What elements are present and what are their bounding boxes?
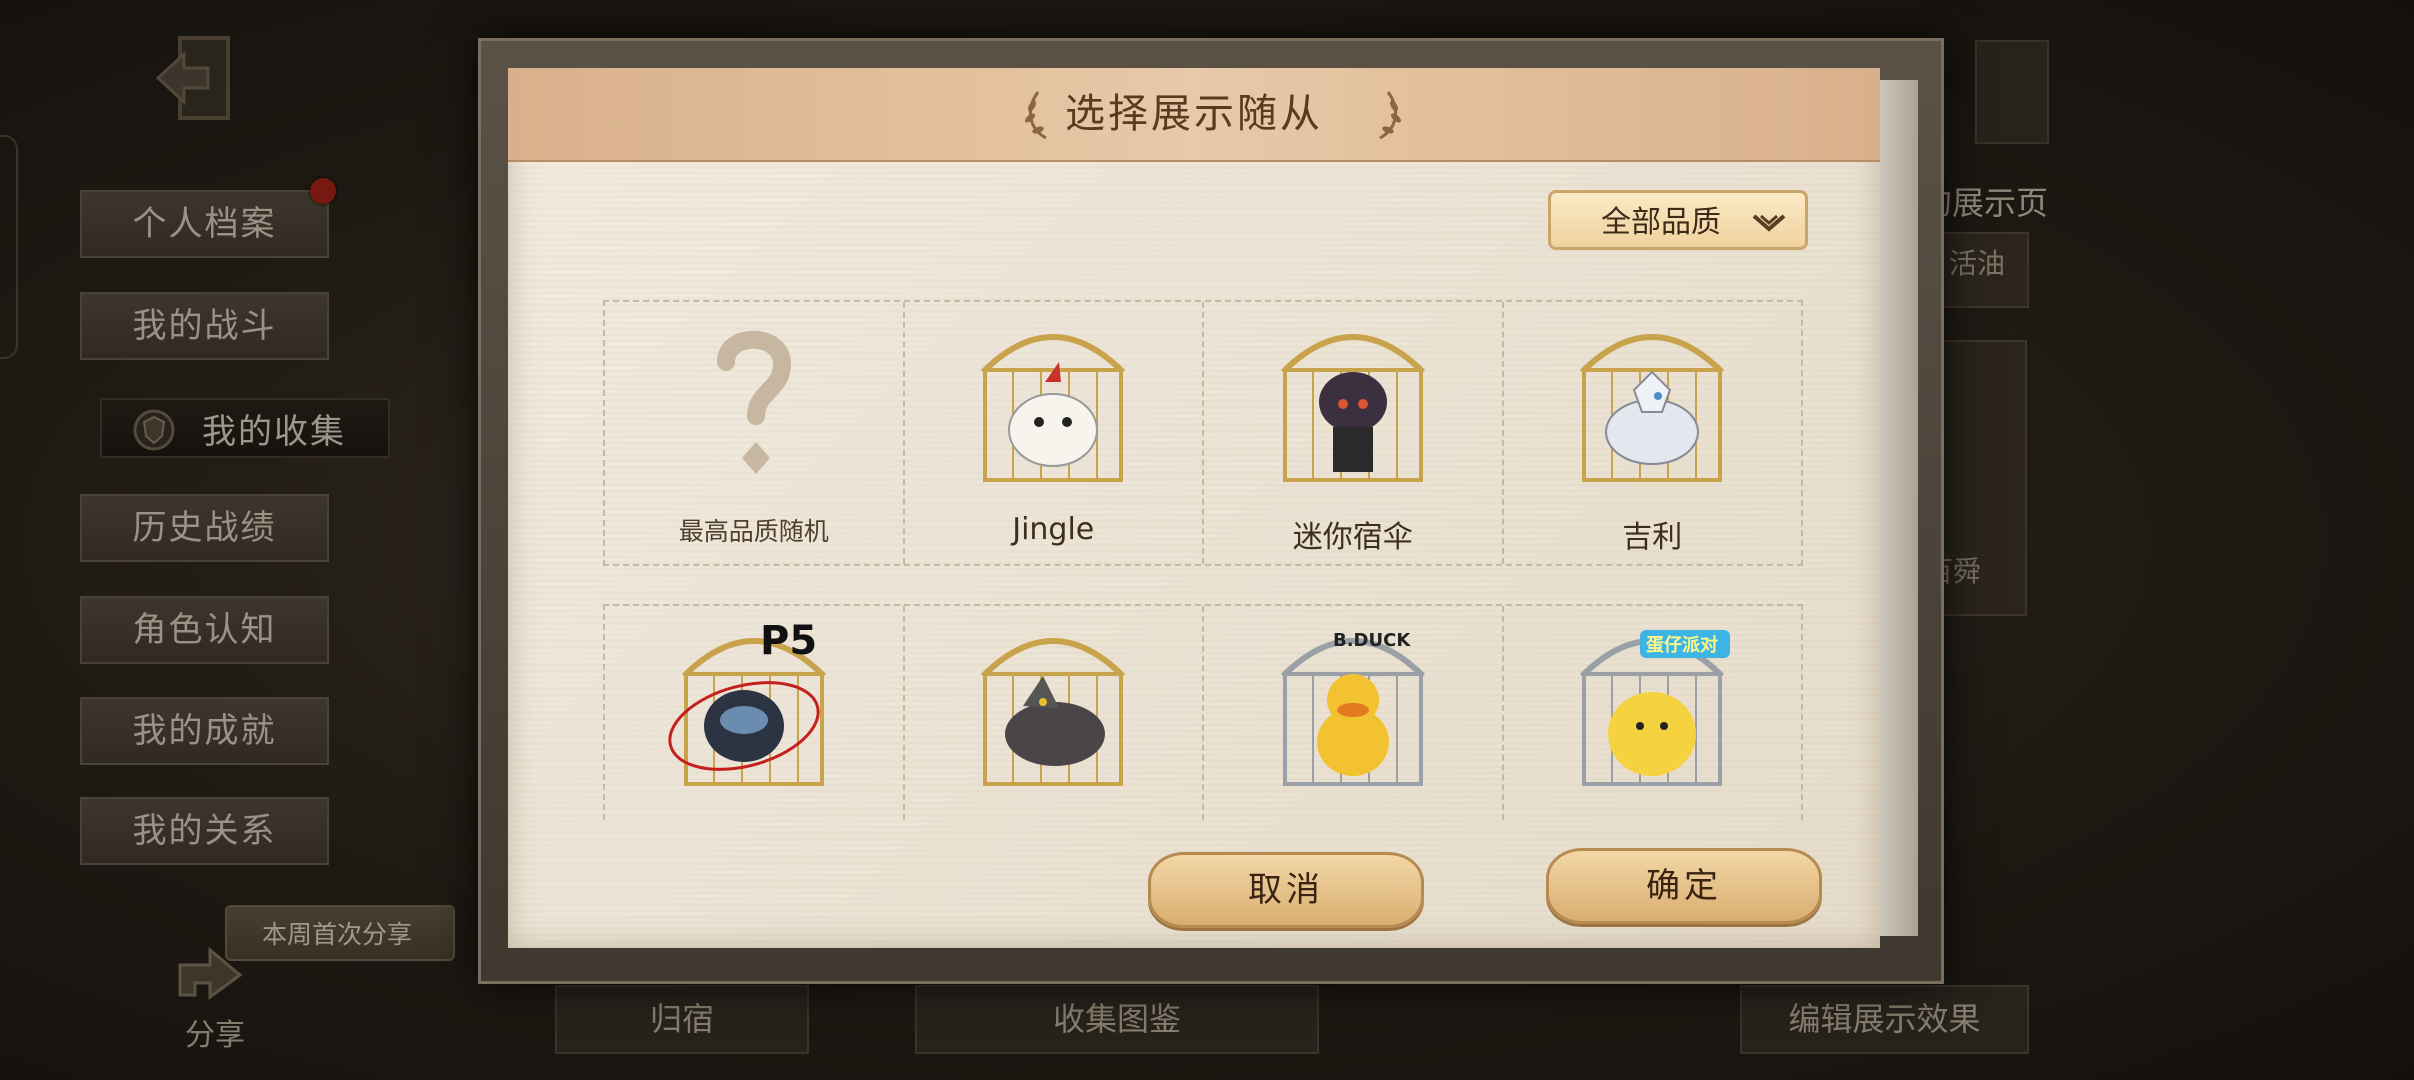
exit-icon[interactable] [150, 30, 250, 130]
menu-profile[interactable]: 个人档案 [80, 190, 329, 258]
pet-cell-morgana[interactable]: P5 [605, 606, 905, 820]
pet-cell-eggy[interactable]: 蛋仔派对 [1504, 606, 1802, 820]
pet-cell-grey-wolf[interactable] [905, 606, 1204, 820]
bg-button-codex: 收集图鉴 [915, 985, 1319, 1054]
svg-text:B.DUCK: B.DUCK [1333, 630, 1411, 651]
pet-cell-random[interactable]: 最高品质随机 [605, 302, 905, 564]
question-mark-icon [716, 330, 791, 474]
menu-history[interactable]: 历史战绩 [80, 494, 329, 562]
svg-text:蛋仔派对: 蛋仔派对 [1646, 634, 1718, 656]
grey-wolf-pet-icon [981, 638, 1126, 786]
menu-achievement[interactable]: 我的成就 [80, 697, 329, 765]
menu-collection-label: 我的收集 [202, 412, 346, 452]
chevron-down-icon [1752, 214, 1786, 232]
menu-battle[interactable]: 我的战斗 [80, 292, 329, 360]
pet-cell-bduck[interactable]: B.DUCK [1204, 606, 1504, 820]
white-wolf-pet-icon [1580, 334, 1725, 482]
menu-character[interactable]: 角色认知 [80, 596, 329, 664]
confirm-button[interactable]: 确定 [1546, 848, 1822, 924]
menu-relation[interactable]: 我的关系 [80, 797, 329, 865]
pet-label: 迷你宿伞 [1292, 520, 1413, 555]
paper-fold [1880, 80, 1918, 936]
title-bar: 选择展示随从 [508, 68, 1880, 162]
quality-filter-value: 全部品质 [1601, 205, 1721, 240]
pet-grid-row-2: P5 B.DUCK 蛋仔派对 [603, 604, 1803, 820]
laurel-right-icon [1379, 91, 1401, 140]
sidebar: 个人档案 我的战斗 我的收集 历史战绩 角色认知 我的成就 我的关系 本周首次分… [0, 0, 470, 1080]
dialog-paper: 选择展示随从 全部品质 最高品质随机 Jingle 迷你宿伞 吉利 P5 B.D… [508, 68, 1880, 948]
eggy-pet-icon: 蛋仔派对 [1580, 630, 1731, 786]
pet-label: 最高品质随机 [678, 517, 829, 546]
white-dog-pet-icon [981, 334, 1126, 482]
bg-button-home: 归宿 [555, 985, 809, 1054]
shield-emblem-icon [133, 409, 175, 451]
pet-cell-jingle[interactable]: Jingle [905, 302, 1204, 564]
yellow-duck-pet-icon: B.DUCK [1280, 630, 1425, 786]
bg-top-button [1975, 40, 2049, 144]
pet-cell-umbrella[interactable]: 迷你宿伞 [1204, 302, 1504, 564]
morgana-cat-pet-icon: P5 [668, 618, 826, 786]
pet-cell-jili[interactable]: 吉利 [1504, 302, 1802, 564]
side-edge [0, 135, 18, 359]
pet-label: Jingle [1012, 512, 1095, 547]
quality-filter-dropdown[interactable]: 全部品质 [1548, 190, 1808, 250]
umbrella-spirit-pet-icon [1280, 334, 1425, 482]
menu-collection[interactable]: 我的收集 [100, 398, 390, 458]
cancel-button[interactable]: 取消 [1148, 852, 1424, 928]
dialog-title: 选择展示随从 [1065, 91, 1323, 137]
notification-dot [310, 178, 336, 204]
svg-text:P5: P5 [760, 618, 817, 664]
pet-label: 吉利 [1622, 520, 1683, 555]
pet-grid-row-1: 最高品质随机 Jingle 迷你宿伞 吉利 [603, 300, 1803, 566]
bg-button-edit: 编辑展示效果 [1740, 985, 2029, 1054]
share-banner[interactable]: 本周首次分享 [225, 905, 455, 961]
share-label: 分享 [185, 1018, 245, 1053]
